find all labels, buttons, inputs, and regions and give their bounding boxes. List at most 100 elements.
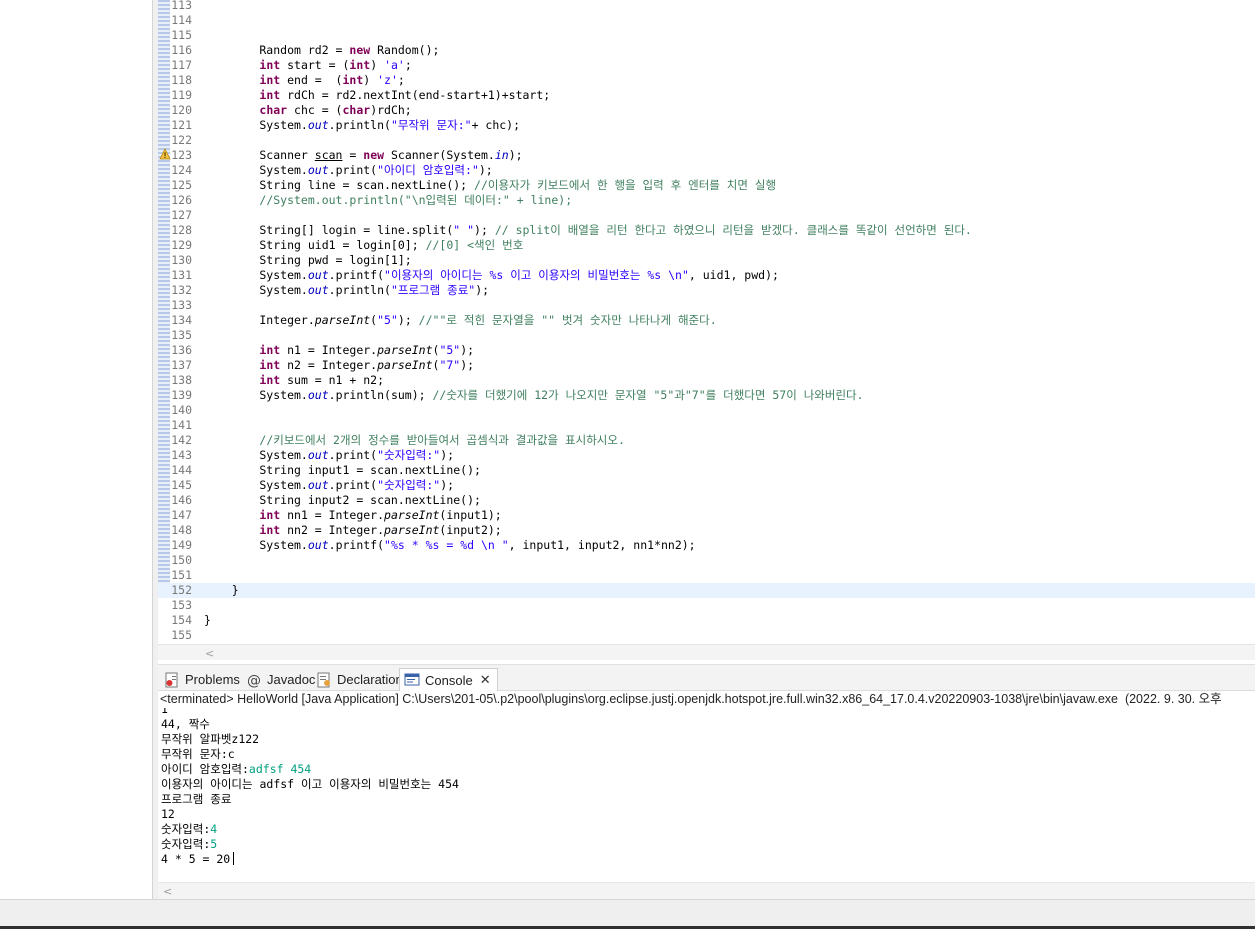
code-line[interactable]: 142 //키보드에서 2개의 정수를 받아들여서 곱셈식과 결과값을 표시하시… [158, 433, 1255, 448]
code-line[interactable]: 128 String[] login = line.split(" "); //… [158, 223, 1255, 238]
line-source: int start = (int) 'a'; [259, 58, 412, 72]
line-number: 114 [171, 13, 192, 27]
code-line[interactable]: 132 System.out.println("프로그램 종료"); [158, 283, 1255, 298]
code-line[interactable]: 118 int end = (int) 'z'; [158, 73, 1255, 88]
line-number: 125 [171, 178, 192, 192]
line-number: 143 [171, 448, 192, 462]
code-line[interactable]: 129 String uid1 = login[0]; //[0] <색인 번호 [158, 238, 1255, 253]
line-source: System.out.println("프로그램 종료"); [204, 283, 490, 297]
line-number: 148 [171, 523, 192, 537]
line-number: 152 [171, 583, 192, 597]
console-line: 4 * 5 = 20 [161, 852, 235, 867]
code-line[interactable]: 151 [158, 568, 1255, 583]
code-line[interactable]: 152 } [158, 583, 1255, 598]
console-user-input: adfsf 454 [248, 762, 312, 776]
line-number: 116 [171, 43, 192, 57]
console-line: 아이디 암호입력:adfsf 454 [161, 762, 311, 777]
code-line[interactable]: 133 [158, 298, 1255, 313]
console-text: 12 [161, 807, 175, 821]
code-line[interactable]: 146 String input2 = scan.nextLine(); [158, 493, 1255, 508]
status-bar [0, 899, 1255, 929]
line-number: 142 [171, 433, 192, 447]
line-number: 113 [171, 0, 192, 12]
line-number: 137 [171, 358, 192, 372]
code-line[interactable]: 134 Integer.parseInt("5"); //""로 적힌 문자열을… [158, 313, 1255, 328]
code-editor[interactable]: 113 114 115 116 Random rd2 = new Random(); 1… [158, 0, 1255, 644]
editor-horizontal-scrollbar[interactable]: < [158, 644, 1255, 660]
line-number: 130 [171, 253, 192, 267]
code-line[interactable]: 148 int nn2 = Integer.parseInt(input2); [158, 523, 1255, 538]
line-number: 126 [171, 193, 192, 207]
code-line[interactable]: 120 char chc = (char)rdCh; [158, 103, 1255, 118]
line-number: 138 [171, 373, 192, 387]
code-line[interactable]: 139 System.out.println(sum); //숫자를 더했기에 … [158, 388, 1255, 403]
code-line[interactable]: 124 System.out.print("아이디 암호입력:"); [158, 163, 1255, 178]
line-source: String pwd = login[1]; [204, 253, 412, 267]
line-number: 117 [171, 58, 192, 72]
line-source: } [204, 613, 211, 627]
code-line[interactable]: 125 String line = scan.nextLine(); //이용자… [158, 178, 1255, 193]
line-number: 131 [171, 268, 192, 282]
code-line[interactable]: 141 [158, 418, 1255, 433]
code-line[interactable]: 145 System.out.print("숫자입력:"); [158, 478, 1255, 493]
code-line[interactable]: 119 int rdCh = rd2.nextInt(end-start+1)+… [158, 88, 1255, 103]
code-line[interactable]: 136 int n1 = Integer.parseInt("5"); [158, 343, 1255, 358]
code-line[interactable]: 121 System.out.println("무작위 문자:"+ chc); [158, 118, 1255, 133]
code-line[interactable]: 154} [158, 613, 1255, 628]
code-line[interactable]: 150 [158, 553, 1255, 568]
code-line[interactable]: 117 int start = (int) 'a'; [158, 58, 1255, 73]
line-source: int nn1 = Integer.parseInt(input1); [259, 508, 502, 522]
console-line: 12 [161, 807, 175, 822]
code-line[interactable]: 135 [158, 328, 1255, 343]
code-line[interactable]: 153 [158, 598, 1255, 613]
close-icon[interactable]: ✕ [480, 672, 491, 688]
package-explorer-panel [0, 0, 153, 899]
tab-label: Problems [185, 672, 240, 687]
code-line[interactable]: 155 [158, 628, 1255, 643]
tab-label: Javadoc [267, 672, 316, 687]
line-source: System.out.println("무작위 문자:"+ chc); [204, 118, 521, 132]
code-line[interactable]: 138 int sum = n1 + n2; [158, 373, 1255, 388]
console-text: 프로그램 종료 [161, 792, 232, 806]
warning-icon[interactable] [159, 148, 171, 160]
console-line: 무작위 알파벳z122 [161, 732, 259, 747]
line-source: int end = (int) 'z'; [259, 73, 405, 87]
code-line[interactable]: 123 Scanner scan = new Scanner(System.in… [158, 148, 1255, 163]
line-source: Scanner scan = new Scanner(System.in); [204, 148, 523, 162]
code-line[interactable]: 130 String pwd = login[1]; [158, 253, 1255, 268]
code-line[interactable]: 144 String input1 = scan.nextLine(); [158, 463, 1255, 478]
code-line[interactable]: 127 [158, 208, 1255, 223]
code-line[interactable]: 122 [158, 133, 1255, 148]
code-line[interactable]: 116 Random rd2 = new Random(); [158, 43, 1255, 58]
console-line: 1 [161, 708, 168, 717]
code-line[interactable]: 143 System.out.print("숫자입력:"); [158, 448, 1255, 463]
code-line[interactable]: 140 [158, 403, 1255, 418]
line-number: 144 [171, 463, 192, 477]
code-line[interactable]: 147 int nn1 = Integer.parseInt(input1); [158, 508, 1255, 523]
line-number: 153 [171, 598, 192, 612]
line-number: 127 [171, 208, 192, 222]
console-line: 프로그램 종료 [161, 792, 231, 807]
scroll-left-icon[interactable]: < [205, 647, 214, 660]
code-line[interactable]: 149 System.out.printf("%s * %s = %d \n "… [158, 538, 1255, 553]
tab-console[interactable]: Console ✕ [399, 668, 498, 691]
code-line[interactable]: 126 //System.out.println("\n입력된 데이터:" + … [158, 193, 1255, 208]
line-number: 154 [171, 613, 192, 627]
line-source: Random rd2 = new Random(); [204, 43, 440, 57]
console-output[interactable]: 1 44, 짝수 무작위 알파벳z122 무작위 문자:c 아이디 암호입력:adfsf… [158, 708, 1255, 882]
code-line[interactable]: 113 [158, 0, 1255, 13]
declaration-icon [316, 672, 332, 688]
code-line[interactable]: 131 System.out.printf("이용자의 아이디는 %s 이고 이… [158, 268, 1255, 283]
line-source: int nn2 = Integer.parseInt(input2); [259, 523, 502, 537]
tab-problems[interactable]: Problems [162, 668, 242, 691]
tab-declaration[interactable]: Declaration [314, 668, 405, 691]
code-line[interactable]: 137 int n2 = Integer.parseInt("7"); [158, 358, 1255, 373]
console-user-input: 4 [210, 822, 218, 836]
tab-javadoc[interactable]: @ Javadoc [244, 668, 317, 691]
code-line[interactable]: 114 [158, 13, 1255, 28]
console-horizontal-scrollbar[interactable]: < [158, 882, 1255, 899]
line-number: 155 [171, 628, 192, 642]
scroll-left-icon[interactable]: < [163, 885, 172, 898]
code-line[interactable]: 115 [158, 28, 1255, 43]
console-line: 44, 짝수 [161, 717, 210, 732]
